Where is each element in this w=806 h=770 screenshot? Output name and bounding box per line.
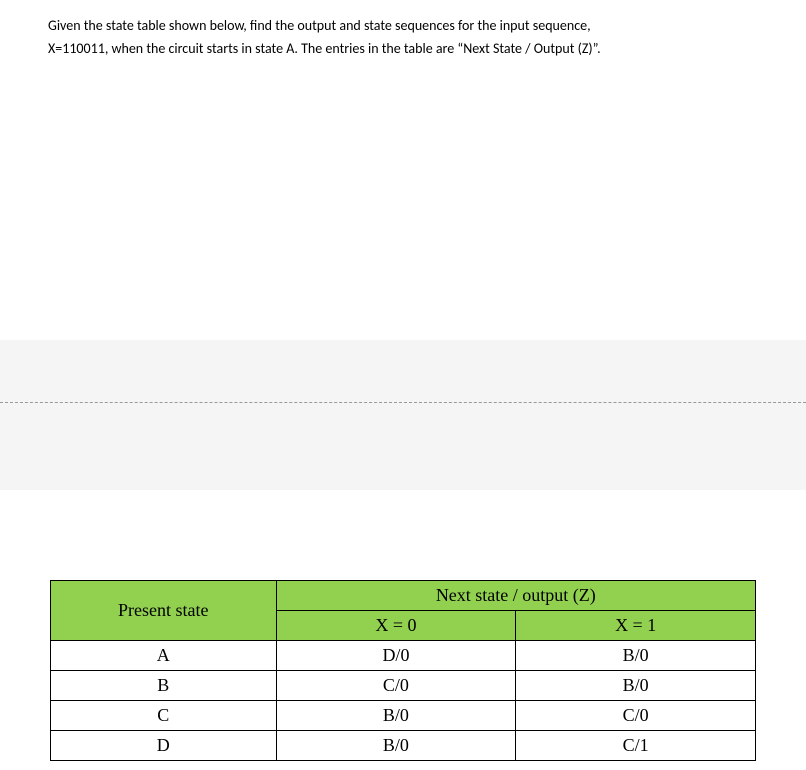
cell-state: B [51,671,277,701]
cell-x0: C/0 [276,671,516,701]
cell-state: D [51,731,277,761]
header-next-state: Next state / output (Z) [276,581,755,611]
header-x1: X = 1 [516,611,756,641]
header-present-state: Present state [51,581,277,641]
separator-band [0,340,806,490]
header-x0: X = 0 [276,611,516,641]
cell-state: A [51,641,277,671]
table-row: A D/0 B/0 [51,641,756,671]
table-row: D B/0 C/1 [51,731,756,761]
cell-state: C [51,701,277,731]
state-table-body: A D/0 B/0 B C/0 B/0 C B/0 C/0 D B/0 C/1 [51,641,756,761]
cell-x1: C/0 [516,701,756,731]
cell-x0: B/0 [276,731,516,761]
cell-x1: C/1 [516,731,756,761]
cell-x0: D/0 [276,641,516,671]
cell-x1: B/0 [516,671,756,701]
cell-x1: B/0 [516,641,756,671]
table-row: C B/0 C/0 [51,701,756,731]
state-table: Present state Next state / output (Z) X … [50,580,756,761]
question-line-2: X=110011, when the circuit starts in sta… [48,38,758,59]
question-text: Given the state table shown below, find … [0,0,806,59]
table-row: B C/0 B/0 [51,671,756,701]
dotted-divider [0,402,806,403]
cell-x0: B/0 [276,701,516,731]
question-line-1: Given the state table shown below, find … [48,15,758,36]
state-table-container: Present state Next state / output (Z) X … [50,580,756,761]
